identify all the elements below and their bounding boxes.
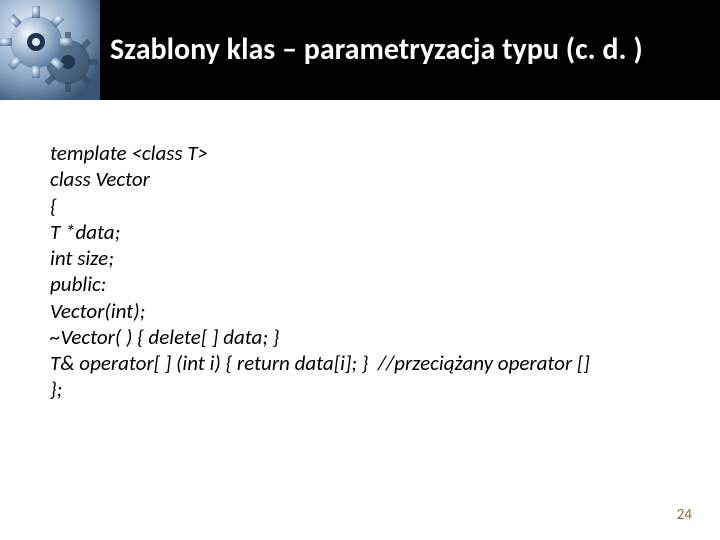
slide-header: Szablony klas – parametryzacja typu (c. … — [0, 0, 720, 100]
code-line: T& operator[ ] (int i) { return data[i];… — [50, 350, 680, 376]
code-line: int size; — [50, 245, 680, 271]
slide: Szablony klas – parametryzacja typu (c. … — [0, 0, 720, 540]
code-line: }; — [50, 376, 680, 402]
slide-body: template <class T> class Vector { T *dat… — [0, 100, 720, 403]
code-line: class Vector — [50, 166, 680, 192]
code-line: T *data; — [50, 219, 680, 245]
page-number: 24 — [677, 506, 692, 524]
code-line: ~Vector( ) { delete[ ] data; } — [50, 324, 680, 350]
gears-icon — [0, 0, 100, 100]
code-line: template <class T> — [50, 140, 680, 166]
slide-title: Szablony klas – parametryzacja typu (c. … — [100, 33, 663, 68]
code-line: Vector(int); — [50, 298, 680, 324]
code-line: { — [50, 193, 680, 219]
code-line: public: — [50, 271, 680, 297]
